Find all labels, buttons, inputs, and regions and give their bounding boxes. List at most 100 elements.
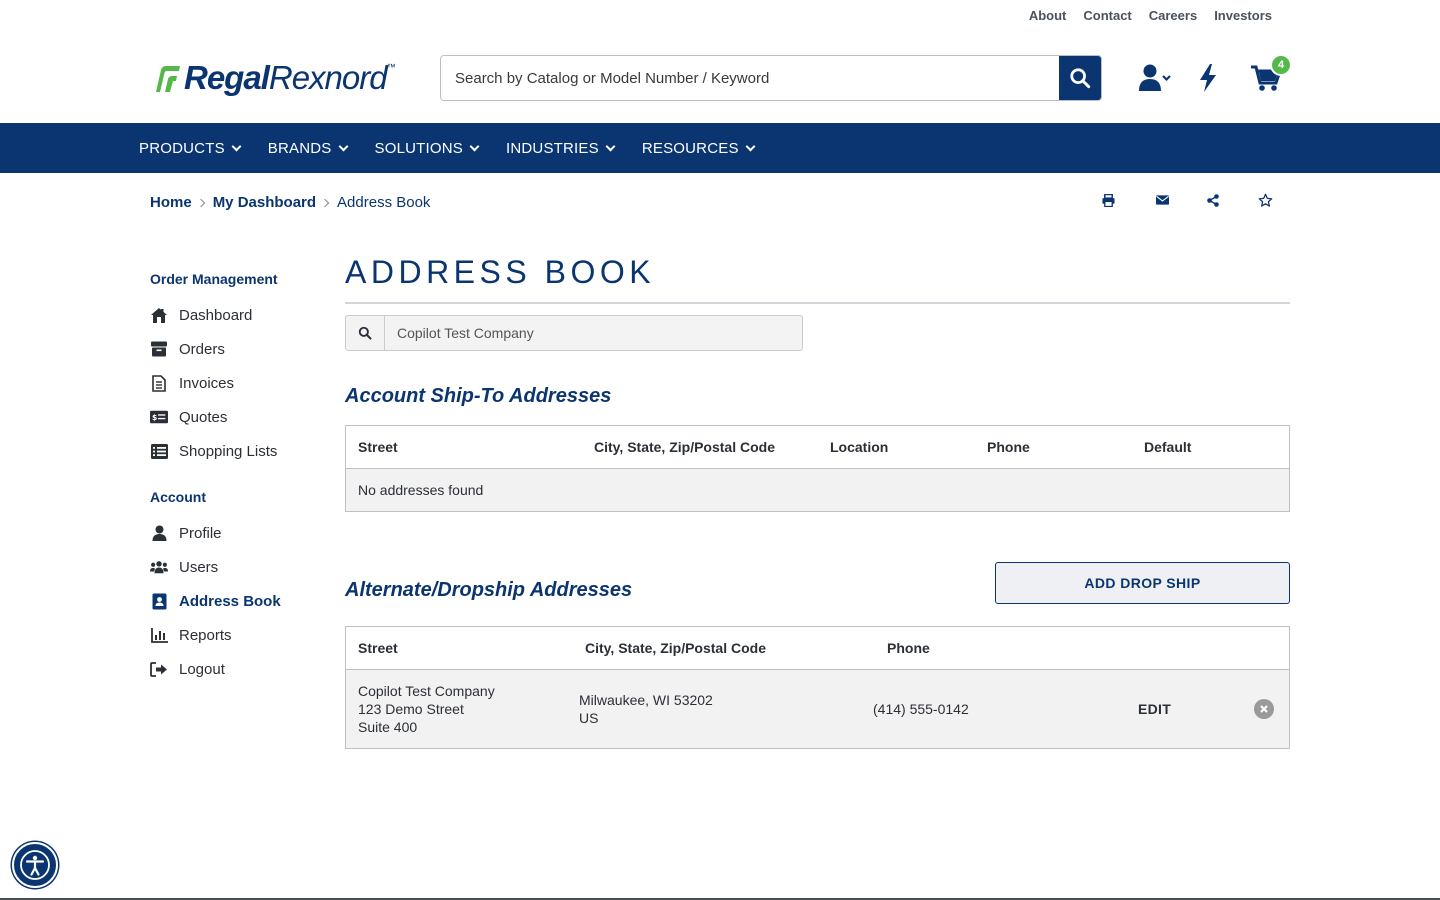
sidebar-item-address-book[interactable]: Address Book (150, 591, 281, 611)
column-header-city: City, State, Zip/Postal Code (585, 640, 766, 656)
breadcrumb-dashboard[interactable]: My Dashboard (213, 194, 316, 211)
site-search (440, 55, 1102, 101)
column-header-street: Street (358, 640, 398, 656)
sidebar-item-invoices[interactable]: Invoices (150, 373, 234, 393)
email-button[interactable] (1152, 190, 1172, 210)
search-icon (1070, 68, 1091, 89)
nav-industries[interactable]: INDUSTRIES (506, 140, 616, 157)
sidebar-item-quotes[interactable]: $ Quotes (150, 407, 227, 427)
search-button[interactable] (1059, 56, 1101, 100)
page-actions (1098, 190, 1275, 210)
star-icon (1258, 193, 1272, 207)
quick-order-button[interactable] (1196, 60, 1220, 96)
user-icon (150, 524, 168, 542)
column-header-phone: Phone (887, 640, 930, 656)
sidebar-heading-account: Account (150, 489, 206, 505)
share-icon (1207, 193, 1219, 207)
logo-text: RegalRexnord (184, 59, 388, 96)
accessibility-button[interactable] (12, 842, 58, 888)
chevron-right-icon (196, 198, 205, 207)
logo-mark-icon (152, 62, 182, 94)
search-input[interactable] (441, 56, 1059, 100)
table-header: Street City, State, Zip/Postal Code Phon… (346, 627, 1289, 670)
nav-products[interactable]: PRODUCTS (139, 140, 242, 157)
address-city: Milwaukee, WI 53202 US (579, 692, 713, 726)
sidebar-heading-order-management: Order Management (150, 271, 278, 287)
nav-resources[interactable]: RESOURCES (642, 140, 756, 157)
sidebar-item-label: Logout (179, 660, 225, 678)
remove-address-button[interactable] (1254, 699, 1274, 719)
search-icon (346, 316, 385, 350)
sidebar-item-label: Address Book (179, 592, 281, 610)
chevron-down-icon (745, 141, 756, 151)
close-icon (1260, 705, 1268, 713)
chevron-right-icon (320, 198, 330, 207)
breadcrumb: Home My Dashboard Address Book (150, 194, 430, 211)
utility-link-about[interactable]: About (1029, 8, 1067, 23)
column-header-default: Default (1144, 439, 1192, 455)
svg-text:$: $ (152, 413, 157, 422)
breadcrumb-current: Address Book (337, 194, 431, 211)
address-phone: (414) 555-0142 (873, 701, 969, 717)
sidebar-item-label: Orders (179, 340, 225, 358)
utility-link-careers[interactable]: Careers (1149, 8, 1197, 23)
edit-address-link[interactable]: EDIT (1138, 700, 1171, 718)
money-list-icon: $ (150, 408, 168, 426)
table-body: No addresses found (346, 469, 1289, 511)
address-filter (345, 315, 803, 351)
add-drop-ship-button[interactable]: ADD DROP SHIP (995, 562, 1290, 604)
list-icon (150, 442, 168, 460)
chevron-down-icon (338, 141, 348, 151)
brand-logo[interactable]: RegalRexnord ™ (152, 56, 396, 100)
sidebar-item-label: Quotes (179, 408, 228, 426)
sidebar-item-logout[interactable]: Logout (150, 659, 225, 679)
column-header-city: City, State, Zip/Postal Code (594, 439, 775, 455)
nav-brands[interactable]: BRANDS (268, 140, 348, 157)
logout-icon (150, 660, 168, 678)
users-icon (150, 558, 168, 576)
account-menu-button[interactable] (1138, 60, 1174, 96)
sidebar-item-label: Profile (179, 524, 222, 542)
utility-nav: About Contact Careers Investors (1029, 8, 1272, 23)
favorite-button[interactable] (1255, 190, 1275, 210)
table-row: Copilot Test Company 123 Demo Street Sui… (346, 670, 1289, 748)
cart-button[interactable]: 4 (1250, 54, 1292, 96)
home-icon (150, 306, 168, 324)
divider (345, 302, 1290, 304)
column-header-phone: Phone (987, 439, 1030, 455)
utility-link-investors[interactable]: Investors (1214, 8, 1272, 23)
column-header-street: Street (358, 439, 398, 455)
sidebar-item-dashboard[interactable]: Dashboard (150, 305, 252, 325)
lightning-icon (1200, 64, 1216, 92)
nav-solutions[interactable]: SOLUTIONS (375, 140, 480, 157)
page-title: ADDRESS BOOK (345, 254, 656, 290)
sidebar-item-profile[interactable]: Profile (150, 523, 222, 543)
sidebar-item-reports[interactable]: Reports (150, 625, 232, 645)
main-nav: PRODUCTS BRANDS SOLUTIONS INDUSTRIES RES… (0, 123, 1440, 173)
bar-chart-icon (150, 626, 168, 644)
sidebar-item-label: Shopping Lists (179, 442, 278, 460)
chevron-down-icon (231, 141, 242, 151)
sidebar-item-label: Reports (179, 626, 232, 644)
share-button[interactable] (1203, 190, 1223, 210)
address-filter-input[interactable] (385, 316, 802, 350)
print-button[interactable] (1098, 190, 1118, 210)
box-icon (150, 340, 168, 358)
dropship-section-title: Alternate/Dropship Addresses (345, 579, 633, 601)
envelope-icon (1155, 195, 1169, 205)
logo-trademark: ™ (386, 62, 396, 72)
column-header-location: Location (830, 439, 889, 455)
ship-to-section-title: Account Ship-To Addresses (345, 385, 612, 407)
sidebar-item-orders[interactable]: Orders (150, 339, 225, 359)
document-icon (150, 374, 168, 392)
utility-link-contact[interactable]: Contact (1083, 8, 1131, 23)
address-street: Copilot Test Company 123 Demo Street Sui… (358, 683, 495, 735)
cart-count-badge: 4 (1270, 54, 1292, 76)
breadcrumb-home[interactable]: Home (150, 194, 192, 211)
sidebar-item-label: Users (179, 558, 219, 576)
table-header: Street City, State, Zip/Postal Code Loca… (346, 426, 1289, 469)
sidebar-item-users[interactable]: Users (150, 557, 218, 577)
sidebar-item-shopping-lists[interactable]: Shopping Lists (150, 441, 277, 461)
sidebar-item-label: Invoices (179, 374, 235, 392)
empty-state-message: No addresses found (358, 482, 484, 498)
